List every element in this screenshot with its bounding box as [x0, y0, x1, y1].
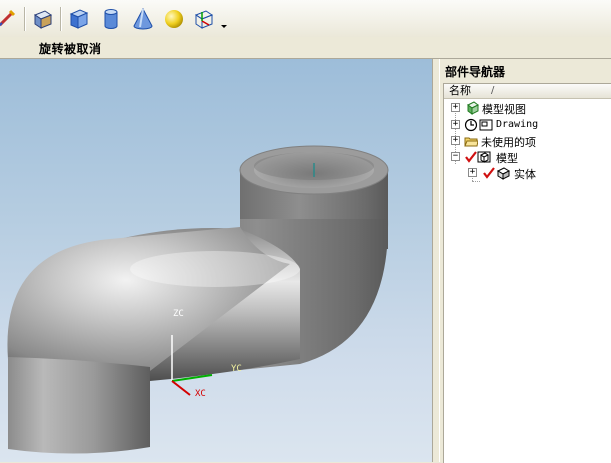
cone-icon[interactable] [131, 7, 155, 31]
expand-toggle[interactable]: + [451, 103, 460, 112]
tree-item-label: 模型 [496, 152, 518, 165]
navigator-title: 部件导航器 [445, 65, 506, 79]
block-view-icon[interactable] [31, 7, 55, 31]
coordinate-system-icon[interactable] [192, 7, 216, 31]
model-icon [477, 149, 491, 163]
graphics-viewport[interactable]: ZC YC XC [0, 59, 432, 462]
main-toolbar [0, 0, 611, 38]
sketch-pen-icon[interactable] [0, 7, 18, 31]
x-axis-line [171, 380, 191, 396]
zc-axis-label: ZC [173, 309, 184, 319]
sort-indicator: / [491, 85, 495, 96]
panel-splitter[interactable] [432, 59, 440, 462]
cylinder-icon[interactable] [99, 7, 123, 31]
navigator-tree[interactable]: 名称 / + 模型视图 + Drawing + 未使用的项 − 模型 + 实体 [443, 83, 611, 463]
sphere-icon[interactable] [162, 7, 186, 31]
dropdown-arrow-icon[interactable] [217, 7, 229, 31]
expand-toggle[interactable]: + [451, 136, 460, 145]
xc-axis-label: XC [195, 389, 206, 399]
cube-icon[interactable] [67, 7, 91, 31]
tree-item-drawing[interactable]: + Drawing [444, 117, 611, 133]
tree-item-model-views[interactable]: + 模型视图 [444, 100, 611, 116]
toolbar-separator [60, 7, 62, 31]
checked-checkmark-icon[interactable] [482, 165, 496, 179]
drawing-sheet-icon [479, 117, 493, 131]
toolbar-separator [24, 7, 26, 31]
tree-item-label: 未使用的项 [481, 136, 536, 149]
part-navigator: 部件导航器 名称 / + 模型视图 + Drawing + 未使用的项 − 模型… [440, 59, 611, 463]
drawing-clock-icon [464, 117, 478, 132]
status-message: 旋转被取消 [39, 42, 102, 56]
status-bar: 旋转被取消 [0, 37, 611, 59]
expand-toggle[interactable]: + [468, 168, 477, 177]
solid-body-icon [496, 165, 511, 180]
folder-icon [464, 133, 479, 147]
column-name-label: 名称 [449, 84, 471, 97]
expand-toggle[interactable]: + [451, 120, 460, 129]
collapse-toggle[interactable]: − [451, 152, 460, 161]
pipe-elbow-model[interactable]: ZC YC XC [0, 59, 432, 462]
tree-item-label: 实体 [514, 168, 536, 181]
column-header-name[interactable]: 名称 / [444, 84, 611, 99]
tree-item-label: Drawing [496, 119, 539, 130]
checked-checkmark-icon[interactable] [464, 149, 478, 163]
tree-item-label: 模型视图 [482, 103, 526, 116]
tree-item-unused[interactable]: + 未使用的项 [444, 133, 611, 149]
tree-connector [472, 181, 480, 182]
model-views-icon [466, 100, 480, 115]
yc-axis-label: YC [231, 364, 242, 374]
tree-item-solid-body[interactable]: + 实体 [444, 165, 611, 181]
tree-item-model[interactable]: − 模型 [444, 149, 611, 165]
